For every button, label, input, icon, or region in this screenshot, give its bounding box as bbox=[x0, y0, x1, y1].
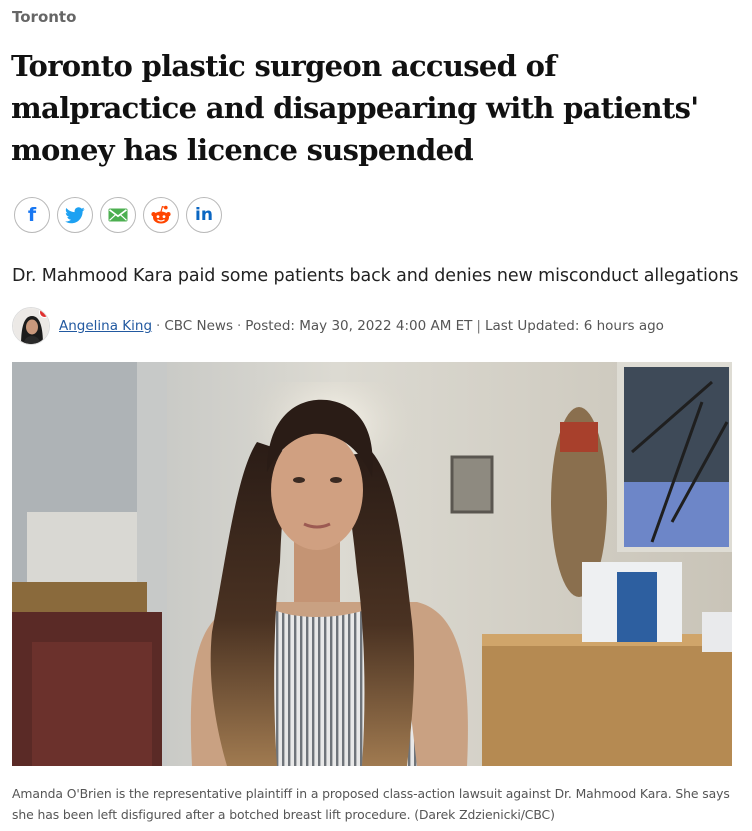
twitter-icon bbox=[65, 206, 85, 223]
share-email-button[interactable] bbox=[100, 197, 136, 233]
reddit-icon bbox=[151, 205, 171, 224]
photo-illustration bbox=[12, 362, 732, 766]
linkedin-icon: in bbox=[195, 204, 213, 225]
author-link[interactable]: Angelina King bbox=[59, 318, 152, 334]
photo-caption: Amanda O'Brien is the representative pla… bbox=[12, 786, 730, 822]
share-facebook-button[interactable]: f bbox=[14, 197, 50, 233]
share-twitter-button[interactable] bbox=[57, 197, 93, 233]
email-icon bbox=[108, 208, 128, 222]
article-deck: Dr. Mahmood Kara paid some patients back… bbox=[12, 266, 739, 286]
byline-updated: Last Updated: 6 hours ago bbox=[484, 318, 664, 334]
byline-divider: | bbox=[476, 318, 481, 334]
article-page: Toronto Toronto plastic surgeon accused … bbox=[0, 0, 752, 831]
byline: Angelina King · CBC News · Posted: May 3… bbox=[12, 306, 664, 346]
share-bar: f in bbox=[14, 197, 222, 233]
byline-source: CBC News bbox=[164, 318, 233, 334]
author-badge bbox=[39, 308, 49, 318]
byline-dot: · bbox=[236, 318, 242, 334]
facebook-icon: f bbox=[27, 203, 37, 226]
article-headline: Toronto plastic surgeon accused of malpr… bbox=[11, 49, 699, 167]
share-linkedin-button[interactable]: in bbox=[186, 197, 222, 233]
byline-dot: · bbox=[156, 318, 161, 334]
author-avatar[interactable] bbox=[12, 307, 50, 345]
byline-posted: Posted: May 30, 2022 4:00 AM ET bbox=[245, 318, 473, 334]
section-label[interactable]: Toronto bbox=[12, 8, 76, 26]
share-reddit-button[interactable] bbox=[143, 197, 179, 233]
article-photo[interactable] bbox=[12, 362, 732, 766]
